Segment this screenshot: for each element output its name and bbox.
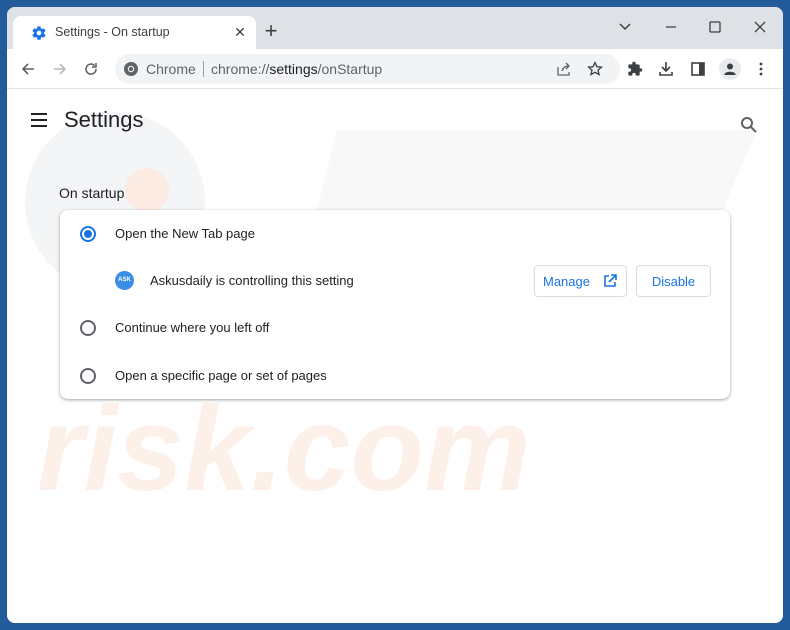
extensions-button[interactable] <box>623 57 647 81</box>
forward-button[interactable] <box>48 57 72 81</box>
extension-icon: ASK <box>115 271 134 290</box>
url-host: settings <box>269 61 318 77</box>
more-vert-icon <box>759 62 763 76</box>
page-title: Settings <box>64 107 144 132</box>
new-tab-button[interactable]: + <box>260 20 282 43</box>
open-in-new-icon <box>604 274 617 287</box>
minimize-icon <box>666 26 676 28</box>
download-icon <box>659 62 673 76</box>
manage-button[interactable]: Manage <box>534 265 627 297</box>
option-label: Continue where you left off <box>115 320 270 335</box>
address-bar[interactable]: Chrome chrome://settings/onStartup <box>115 54 620 84</box>
star-icon[interactable] <box>587 61 603 77</box>
puzzle-icon <box>628 61 643 76</box>
chrome-icon <box>124 62 138 76</box>
option-label: Open a specific page or set of pages <box>115 368 327 383</box>
reload-icon <box>85 63 97 75</box>
menu-button[interactable] <box>749 57 773 81</box>
extension-control-row: ASK Askusdaily is controlling this setti… <box>60 260 730 300</box>
option-specific-pages[interactable]: Open a specific page or set of pages <box>60 356 730 396</box>
side-panel-button[interactable] <box>686 57 710 81</box>
maximize-button[interactable] <box>700 15 730 39</box>
close-window-button[interactable] <box>745 15 775 39</box>
option-continue[interactable]: Continue where you left off <box>60 308 730 348</box>
close-icon <box>754 21 766 33</box>
gear-icon <box>32 26 46 40</box>
tab-settings[interactable]: Settings - On startup ✕ <box>13 16 256 49</box>
side-panel-icon <box>691 62 705 76</box>
search-icon[interactable] <box>739 115 759 135</box>
url-path: /onStartup <box>317 61 383 77</box>
radio-new-tab[interactable] <box>80 226 96 242</box>
section-title: On startup <box>59 185 125 201</box>
site-name: Chrome <box>146 61 196 77</box>
omnibox-separator <box>203 61 204 77</box>
share-icon[interactable] <box>556 61 572 77</box>
url-text: chrome://settings/onStartup <box>211 61 382 77</box>
back-button[interactable] <box>16 57 40 81</box>
profile-button[interactable] <box>718 57 742 81</box>
arrow-left-icon <box>21 63 34 75</box>
svg-text:risk.com: risk.com <box>37 382 531 516</box>
tab-strip: Settings - On startup ✕ + <box>7 7 783 49</box>
minimize-button[interactable] <box>656 15 686 39</box>
tab-title: Settings - On startup <box>55 25 170 39</box>
close-tab-icon[interactable]: ✕ <box>231 23 249 41</box>
downloads-button[interactable] <box>654 57 678 81</box>
manage-label: Manage <box>543 273 590 289</box>
radio-continue[interactable] <box>80 320 96 336</box>
option-label: Open the New Tab page <box>115 226 255 241</box>
startup-options-card: Open the New Tab page ASK Askusdaily is … <box>60 210 730 399</box>
disable-button[interactable]: Disable <box>636 265 711 297</box>
extension-control-text: Askusdaily is controlling this setting <box>150 273 354 288</box>
settings-page: risk.com Settings On startup Open the Ne… <box>7 90 783 623</box>
reload-button[interactable] <box>79 57 103 81</box>
profile-icon <box>719 58 741 80</box>
maximize-icon <box>709 21 721 33</box>
radio-specific-pages[interactable] <box>80 368 96 384</box>
url-prefix: chrome:// <box>211 61 270 77</box>
tab-search-button[interactable] <box>610 15 640 39</box>
toolbar: Chrome chrome://settings/onStartup <box>7 49 783 89</box>
option-new-tab[interactable]: Open the New Tab page <box>60 214 730 254</box>
browser-window: Settings - On startup ✕ + Chrome chrome:… <box>7 7 783 623</box>
chevron-down-icon <box>619 23 631 31</box>
hamburger-icon[interactable] <box>29 110 49 130</box>
arrow-right-icon <box>54 63 67 75</box>
